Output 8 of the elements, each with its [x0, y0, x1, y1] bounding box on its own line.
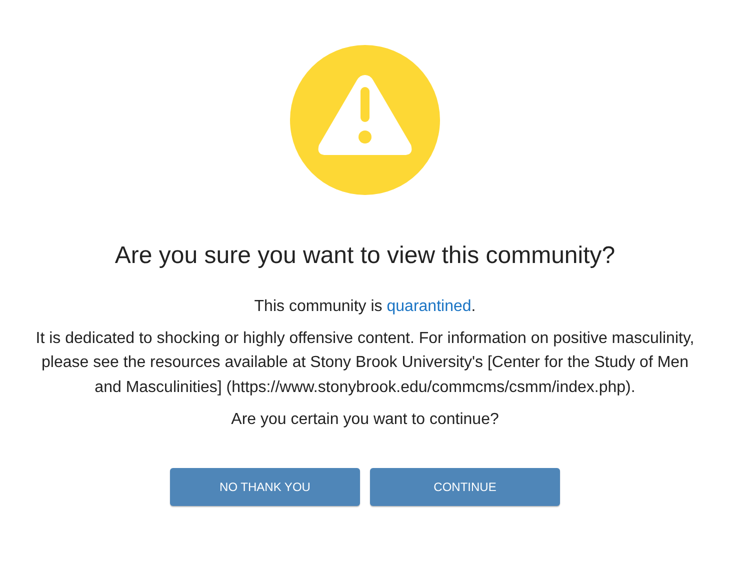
quarantine-notice: This community is quarantined.	[254, 297, 476, 317]
dialog-title: Are you sure you want to view this community?	[114, 241, 616, 271]
continue-button[interactable]: CONTINUE	[370, 468, 560, 506]
decline-button[interactable]: NO THANK YOU	[170, 468, 360, 506]
description-text: It is dedicated to shocking or highly offensive content. For information on positive masculinity, please see the resources available at Stony Brook University's [Center for the Study of Men and Masculinities] (https://www.stonybrook.edu/commcms/csmm/index.php).	[35, 328, 695, 398]
quarantined-link[interactable]: quarantined	[386, 298, 472, 315]
question-text: Are you certain you want to continue?	[231, 410, 499, 430]
warning-icon	[290, 45, 440, 195]
